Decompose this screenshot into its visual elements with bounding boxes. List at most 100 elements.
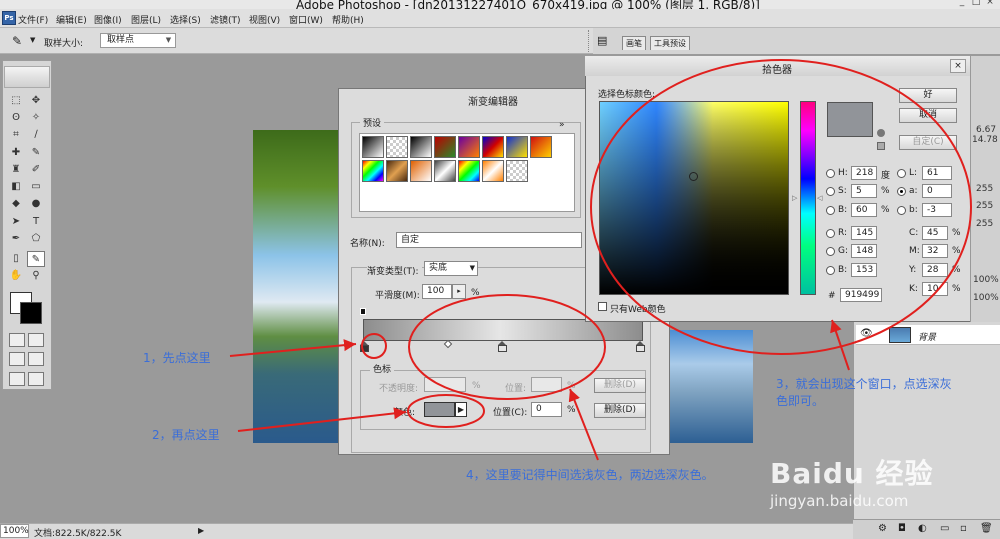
zoom-field[interactable]: 100% [0, 524, 29, 538]
color-menu-arrow-icon[interactable]: ▶ [455, 402, 467, 417]
menu-layer[interactable]: 图层(L) [131, 13, 161, 26]
preset-swatch[interactable] [410, 160, 432, 182]
menu-file[interactable]: 文件(F) [18, 13, 48, 26]
shape-tool-icon[interactable]: ⬠ [27, 231, 45, 247]
hue-slider-left-arrow-icon[interactable]: ▷ [792, 194, 797, 202]
hue-slider-right-arrow-icon[interactable]: ◁ [817, 194, 822, 202]
color-stop-left[interactable] [360, 341, 369, 352]
menu-filter[interactable]: 滤镜(T) [210, 13, 241, 26]
menu-edit[interactable]: 编辑(E) [56, 13, 87, 26]
tab-brushes[interactable]: 画笔 [622, 36, 646, 50]
blur-tool-icon[interactable]: ◆ [7, 196, 25, 212]
layer-style-icon[interactable]: ⚙ [878, 523, 887, 534]
cancel-button[interactable]: 取消 [899, 108, 957, 123]
web-colors-only-checkbox[interactable] [598, 302, 607, 311]
tab-tool-presets[interactable]: 工具预设 [650, 36, 690, 50]
adjustment-layer-icon[interactable]: ◐ [918, 523, 927, 534]
eraser-tool-icon[interactable]: ◧ [7, 179, 25, 195]
new-group-icon[interactable]: ▭ [940, 523, 949, 534]
green-radio[interactable] [826, 247, 835, 256]
move-tool-icon[interactable]: ✥ [27, 93, 45, 109]
gradient-type-select[interactable]: 实底 ▼ [424, 261, 478, 276]
presets-menu-icon[interactable]: » [559, 120, 565, 130]
close-button[interactable]: × [984, 0, 996, 8]
close-icon[interactable]: × [950, 59, 966, 73]
preset-swatch[interactable] [434, 136, 456, 158]
brush-tool-icon[interactable]: ✎ [27, 145, 45, 161]
opacity-stop-left[interactable] [360, 308, 366, 315]
eye-icon[interactable]: 👁 [860, 328, 873, 339]
out-of-gamut-warning-icon[interactable] [877, 129, 885, 137]
hex-input[interactable]: 919499 [840, 288, 882, 302]
color-location-input[interactable]: 0 [531, 402, 562, 417]
preset-swatch[interactable] [386, 136, 408, 158]
green-input[interactable]: 148 [851, 244, 877, 258]
smoothness-slider-arrow-icon[interactable]: ▸ [452, 284, 466, 299]
lasso-tool-icon[interactable]: ʘ [7, 110, 25, 126]
red-radio[interactable] [826, 229, 835, 238]
trash-icon[interactable]: 🗑 [980, 523, 993, 534]
hue-slider[interactable] [800, 101, 816, 295]
quick-mask-mode-icon[interactable] [28, 333, 44, 347]
b-channel-input[interactable]: -3 [922, 203, 952, 217]
saturation-input[interactable]: 5 [851, 184, 877, 198]
pen-tool-icon[interactable]: ✒ [7, 231, 25, 247]
presets-list[interactable] [359, 133, 575, 212]
menu-image[interactable]: 图像(I) [94, 13, 122, 26]
menu-select[interactable]: 选择(S) [170, 13, 201, 26]
web-safe-cube-icon[interactable] [877, 142, 885, 150]
eyedropper-icon[interactable]: ✎ [12, 34, 22, 48]
slice-tool-icon[interactable]: ∕ [27, 127, 45, 143]
yellow-input[interactable]: 28 [922, 263, 948, 277]
marquee-tool-icon[interactable]: ⬚ [7, 93, 25, 109]
notes-tool-icon[interactable]: ▯ [7, 251, 25, 267]
preset-swatch[interactable] [386, 160, 408, 182]
lightness-input[interactable]: 61 [922, 166, 952, 180]
black-input[interactable]: 10 [922, 282, 948, 296]
cyan-input[interactable]: 45 [922, 226, 948, 240]
crop-tool-icon[interactable]: ⌗ [7, 127, 25, 143]
minimize-button[interactable]: _ [956, 0, 968, 8]
ok-button[interactable]: 好 [899, 88, 957, 103]
sample-size-select[interactable]: 取样点 ▼ [100, 33, 176, 48]
new-layer-icon[interactable]: ▫ [960, 523, 967, 534]
dodge-tool-icon[interactable]: ● [27, 196, 45, 212]
hue-radio[interactable] [826, 169, 835, 178]
preset-swatch[interactable] [362, 160, 384, 182]
custom-button[interactable]: 自定(C) [899, 135, 957, 150]
tool-preset-dropdown-icon[interactable]: ▼ [30, 36, 35, 44]
standard-mode-icon[interactable] [9, 333, 25, 347]
preset-swatch[interactable] [530, 136, 552, 158]
preset-swatch[interactable] [458, 136, 480, 158]
magic-wand-tool-icon[interactable]: ✧ [27, 110, 45, 126]
preset-swatch[interactable] [506, 160, 528, 182]
a-channel-radio[interactable] [897, 187, 906, 196]
status-menu-arrow-icon[interactable]: ▶ [198, 526, 204, 535]
delete-color-stop-button[interactable]: 删除(D) [594, 403, 646, 418]
opacity-input[interactable] [424, 377, 466, 392]
clone-stamp-tool-icon[interactable]: ♜ [7, 162, 25, 178]
hue-input[interactable]: 218 [851, 166, 877, 180]
gradient-name-input[interactable]: 自定 [396, 232, 582, 248]
check-icon[interactable] [28, 372, 44, 386]
color-field-cursor[interactable] [689, 172, 698, 181]
hand-tool-icon[interactable]: ✋ [7, 268, 25, 284]
healing-brush-tool-icon[interactable]: ✚ [7, 145, 25, 161]
magenta-input[interactable]: 32 [922, 244, 948, 258]
lightness-radio[interactable] [897, 169, 906, 178]
jump-to-imageready-icon[interactable] [9, 372, 25, 386]
maximize-button[interactable]: □ [970, 0, 982, 8]
smoothness-input[interactable]: 100 [422, 284, 452, 299]
blue-radio[interactable] [826, 266, 835, 275]
preset-swatch[interactable] [482, 160, 504, 182]
history-brush-tool-icon[interactable]: ✐ [27, 162, 45, 178]
gradient-preview-bar[interactable] [363, 319, 643, 341]
preset-swatch[interactable] [362, 136, 384, 158]
red-input[interactable]: 145 [851, 226, 877, 240]
color-stop-right[interactable] [636, 341, 645, 352]
background-color-swatch[interactable] [20, 302, 42, 324]
brightness-radio[interactable] [826, 206, 835, 215]
opacity-location-input[interactable] [531, 377, 562, 392]
brightness-input[interactable]: 60 [851, 203, 877, 217]
layer-mask-icon[interactable]: ◘ [898, 523, 906, 534]
